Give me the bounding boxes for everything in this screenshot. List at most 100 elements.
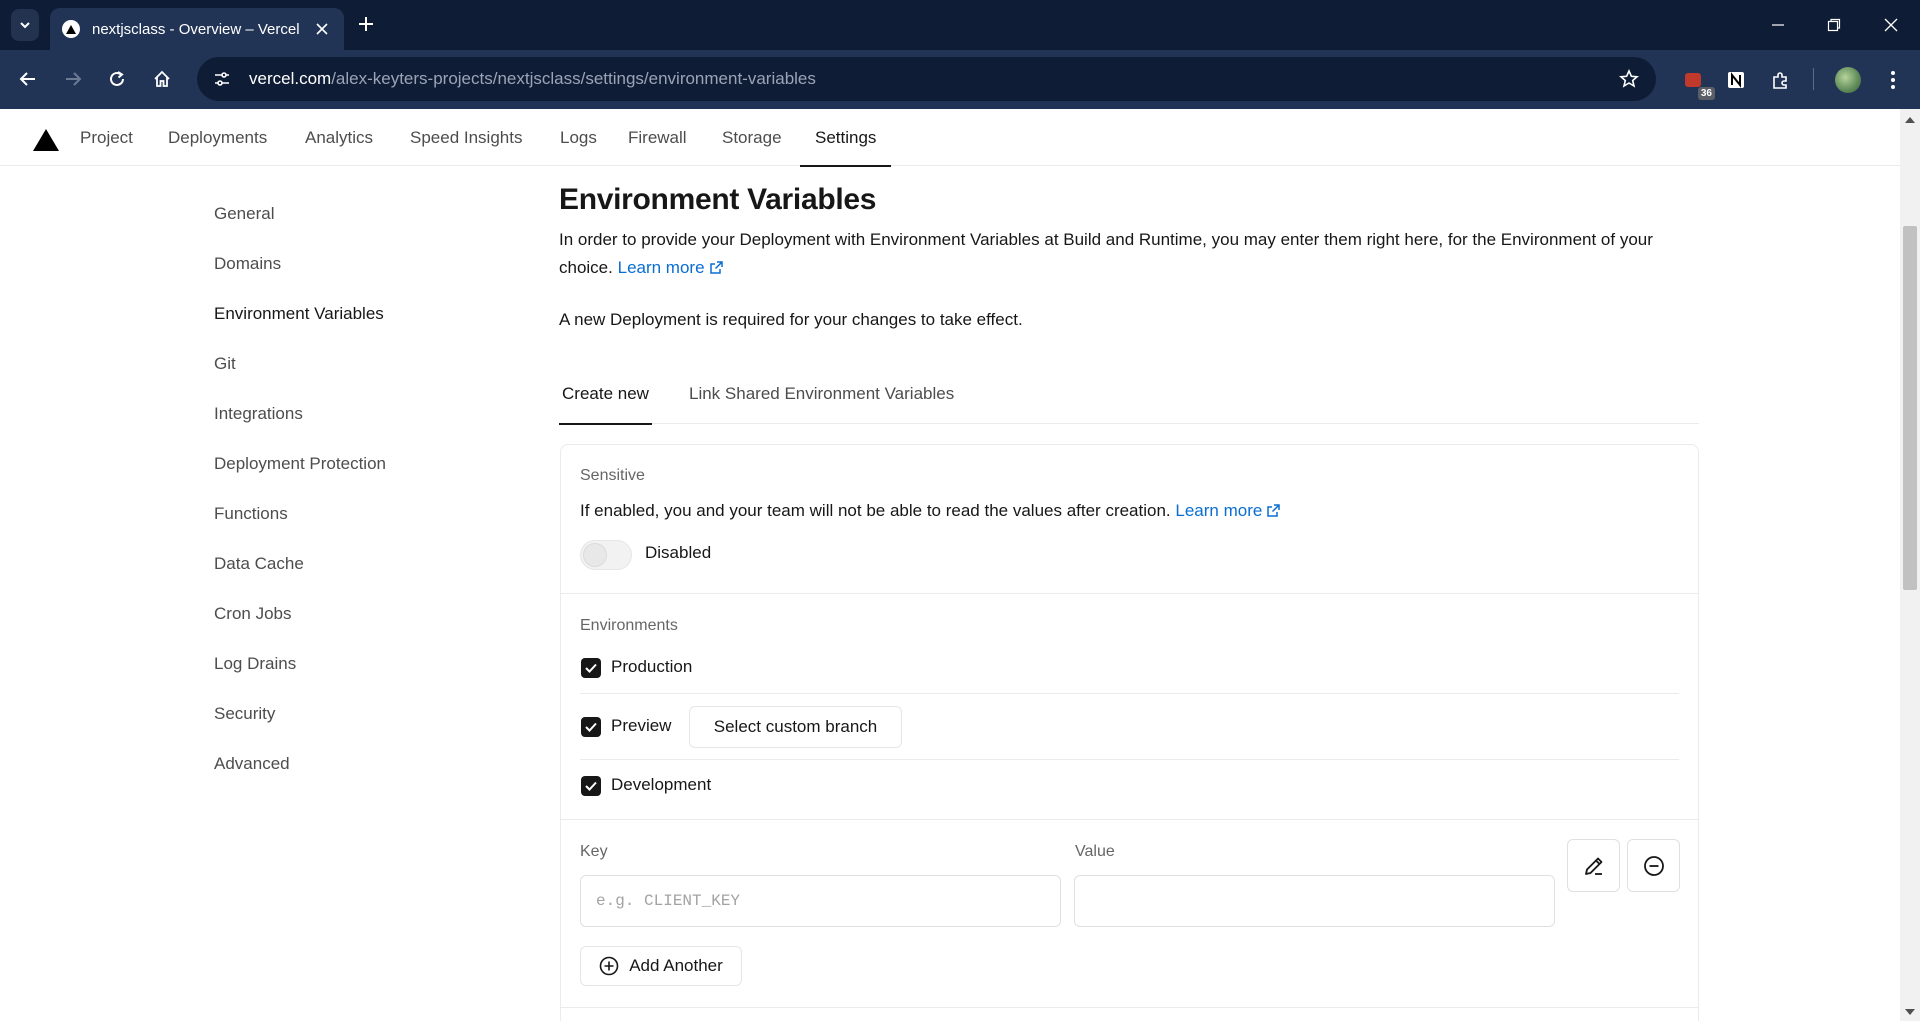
forward-button[interactable] [59,65,87,93]
nav-settings[interactable]: Settings [799,109,892,167]
sidebar-item-advanced[interactable]: Advanced [214,754,290,774]
notion-icon [1728,72,1744,88]
env-divider [580,759,1679,760]
reload-button[interactable] [103,65,131,93]
sidebar-item-cron-jobs[interactable]: Cron Jobs [214,604,291,624]
arrow-left-icon [19,72,35,86]
sensitive-toggle-state: Disabled [645,543,712,562]
url-host: vercel.com [249,69,332,88]
checkmark-icon [585,781,597,791]
production-checkbox[interactable] [581,658,601,678]
tab-search-button[interactable] [11,9,39,41]
plus-icon [359,17,373,31]
page-title: Environment Variables [559,183,877,216]
value-label: Value [1075,843,1115,860]
remove-row-button[interactable] [1627,839,1680,892]
sensitive-learn-more-label: Learn more [1175,501,1263,520]
page-description: In order to provide your Deployment with… [559,226,1699,282]
extension-badge-count: 36 [1697,87,1715,100]
external-link-icon [709,261,723,274]
close-window-button[interactable] [1862,0,1920,50]
sidebar-item-domains[interactable]: Domains [214,254,281,274]
arrow-right-icon [66,72,82,86]
scrollbar-thumb[interactable] [1903,226,1917,590]
home-icon [154,70,170,87]
development-label: Development [611,775,712,794]
sidebar-item-environment-variables[interactable]: Environment Variables [214,304,384,324]
nav-project[interactable]: Project [80,109,133,166]
env-divider [580,693,1679,694]
pencil-icon [1584,857,1602,875]
environments-label: Environments [580,617,678,634]
site-settings-icon[interactable] [209,66,235,92]
development-checkbox[interactable] [581,776,601,796]
nav-logs[interactable]: Logs [560,109,597,166]
sidebar-item-security[interactable]: Security [214,704,275,724]
checkmark-icon [585,663,597,673]
value-input[interactable] [1074,875,1555,927]
tab-title: nextjsclass - Overview – Vercel [92,20,300,38]
puzzle-icon [1773,72,1787,89]
sidebar-item-log-drains[interactable]: Log Drains [214,654,296,674]
back-button[interactable] [14,65,42,93]
nav-firewall[interactable]: Firewall [628,109,687,166]
scroll-up-arrow-icon[interactable] [1900,111,1920,129]
extension-badge-button[interactable]: 36 [1679,66,1715,100]
nav-storage[interactable]: Storage [722,109,782,166]
restore-icon [1827,18,1841,32]
scroll-down-arrow-icon[interactable] [1900,1003,1920,1021]
learn-more-link[interactable]: Learn more [618,258,724,277]
vercel-logo-icon[interactable] [33,129,59,151]
sidebar-item-data-cache[interactable]: Data Cache [214,554,304,574]
minus-circle-icon [1643,855,1664,876]
minimize-icon [1772,24,1784,26]
browser-tab[interactable]: nextjsclass - Overview – Vercel [50,8,344,50]
minimize-button[interactable] [1749,0,1807,50]
key-label: Key [580,843,608,860]
tab-close-icon[interactable] [312,19,332,39]
section-divider [560,593,1699,594]
address-bar[interactable]: vercel.com/alex-keyters-projects/nextjsc… [197,57,1656,101]
sensitive-text: If enabled, you and your team will not b… [580,501,1171,520]
add-another-button[interactable]: Add Another [580,946,742,986]
sensitive-learn-more-link[interactable]: Learn more [1175,501,1281,520]
nav-deployments[interactable]: Deployments [168,109,267,166]
key-input[interactable] [580,875,1061,927]
checkmark-icon [585,722,597,732]
nav-analytics[interactable]: Analytics [305,109,373,166]
nav-speed-insights[interactable]: Speed Insights [410,109,522,166]
profile-avatar-button[interactable] [1834,66,1862,94]
sidebar-item-deployment-protection[interactable]: Deployment Protection [214,454,386,474]
sensitive-description: If enabled, you and your team will not b… [580,501,1281,521]
sidebar-item-general[interactable]: General [214,204,274,224]
add-another-label: Add Another [629,956,723,975]
notion-extension-button[interactable] [1722,66,1750,94]
preview-label: Preview [611,716,672,735]
home-button[interactable] [148,65,176,93]
close-icon [1884,18,1898,32]
edit-value-button[interactable] [1567,839,1620,892]
sidebar-item-integrations[interactable]: Integrations [214,404,303,424]
select-custom-branch-button[interactable]: Select custom branch [689,706,902,748]
sensitive-toggle[interactable] [580,540,632,570]
bookmark-star-icon[interactable] [1616,66,1642,92]
browser-toolbar: vercel.com/alex-keyters-projects/nextjsc… [0,50,1920,109]
tab-create-new[interactable]: Create new [559,375,652,425]
browser-tabstrip: nextjsclass - Overview – Vercel [0,0,1920,50]
toolbar-divider [1813,68,1814,90]
sidebar-item-functions[interactable]: Functions [214,504,288,524]
url-text: vercel.com/alex-keyters-projects/nextjsc… [249,69,816,89]
tab-link-shared-env-vars[interactable]: Link Shared Environment Variables [689,375,954,424]
chevron-down-icon [20,22,30,29]
sidebar-item-git[interactable]: Git [214,354,236,374]
extensions-button[interactable] [1767,66,1795,94]
browser-menu-button[interactable] [1879,66,1907,94]
new-tab-button[interactable] [353,11,379,37]
vercel-favicon-icon [62,20,80,38]
production-label: Production [611,657,693,676]
section-divider [560,819,1699,820]
env-tabs: Create new Link Shared Environment Varia… [559,375,1699,425]
preview-checkbox[interactable] [581,717,601,737]
restore-button[interactable] [1805,0,1863,50]
toggle-knob [583,543,607,567]
